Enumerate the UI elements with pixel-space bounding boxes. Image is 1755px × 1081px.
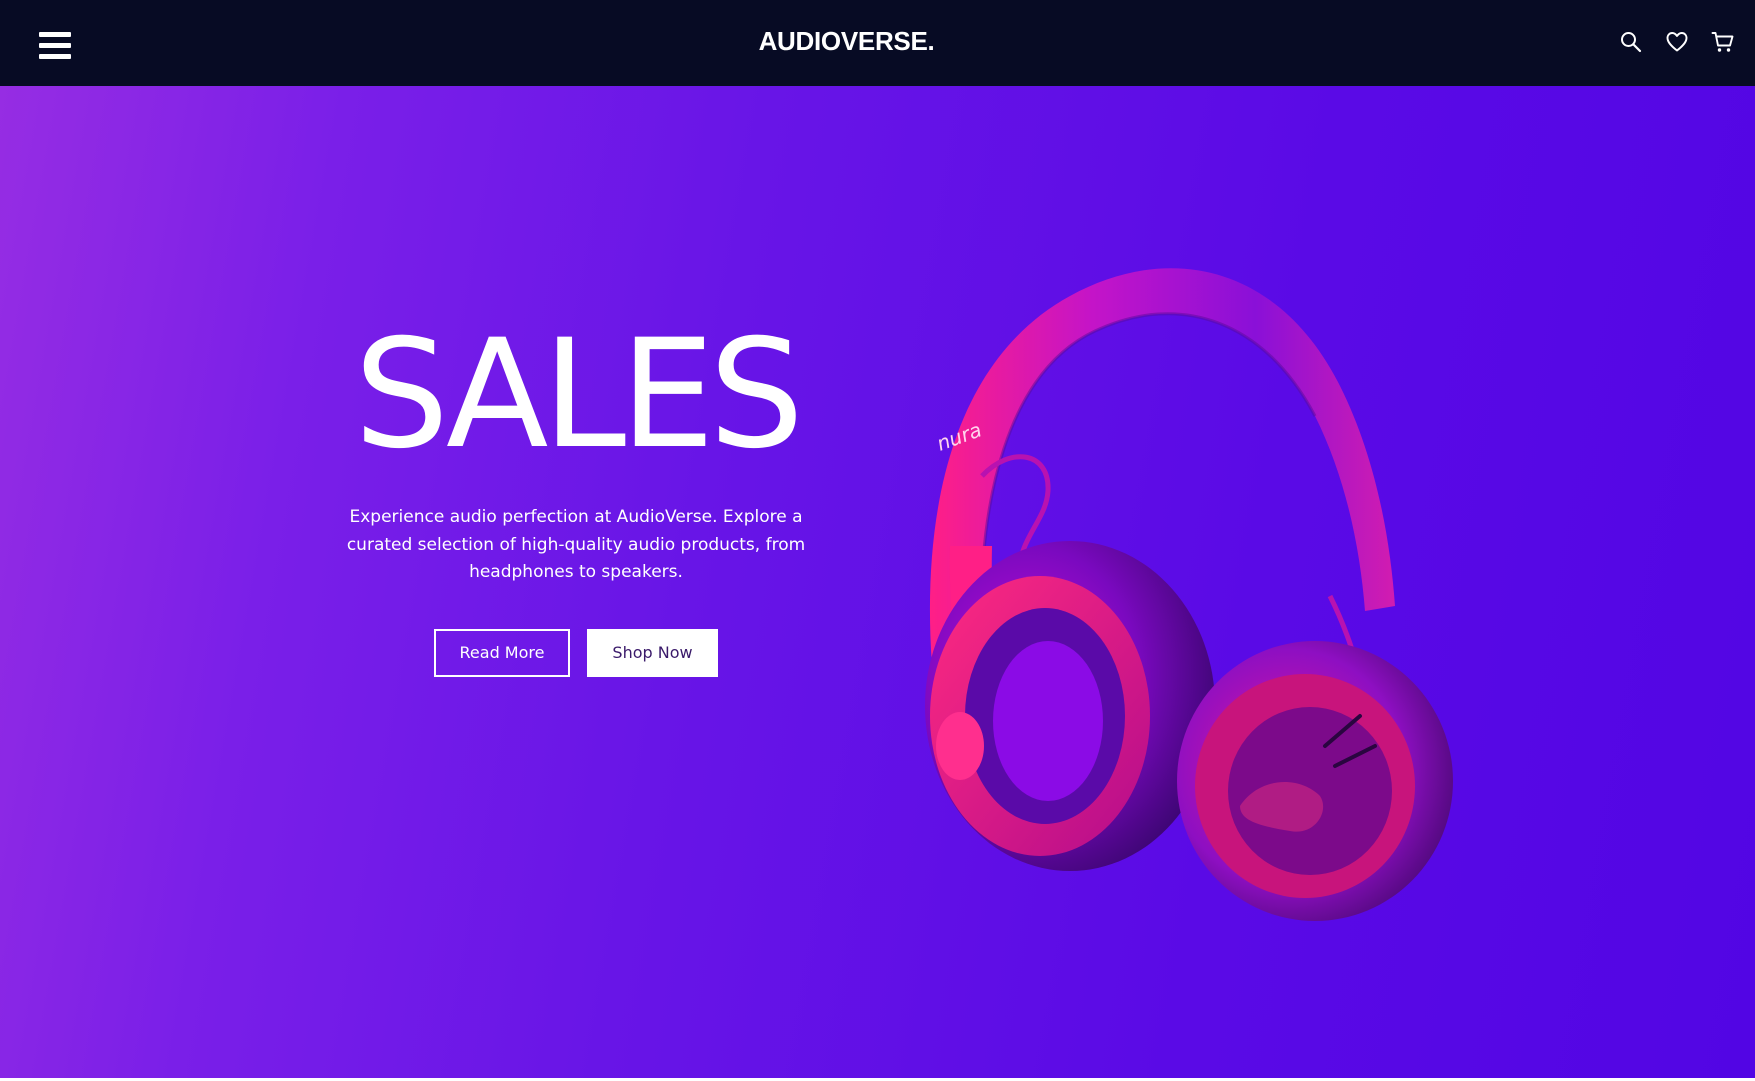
site-logo[interactable]: AUDIOVERSE. xyxy=(0,26,1693,57)
heart-icon[interactable] xyxy=(1665,30,1689,54)
shop-now-button[interactable]: Shop Now xyxy=(587,629,718,677)
hero-banner: SALES Experience audio perfection at Aud… xyxy=(0,86,1755,1078)
read-more-button[interactable]: Read More xyxy=(434,629,570,677)
hero-description: Experience audio perfection at AudioVers… xyxy=(346,507,806,582)
search-icon[interactable] xyxy=(1619,30,1643,54)
headphones-product-image: nura xyxy=(925,268,1453,921)
hero-title: SALES xyxy=(353,308,804,482)
top-navbar: AUDIOVERSE. xyxy=(0,0,1755,86)
cart-icon[interactable] xyxy=(1711,30,1735,54)
